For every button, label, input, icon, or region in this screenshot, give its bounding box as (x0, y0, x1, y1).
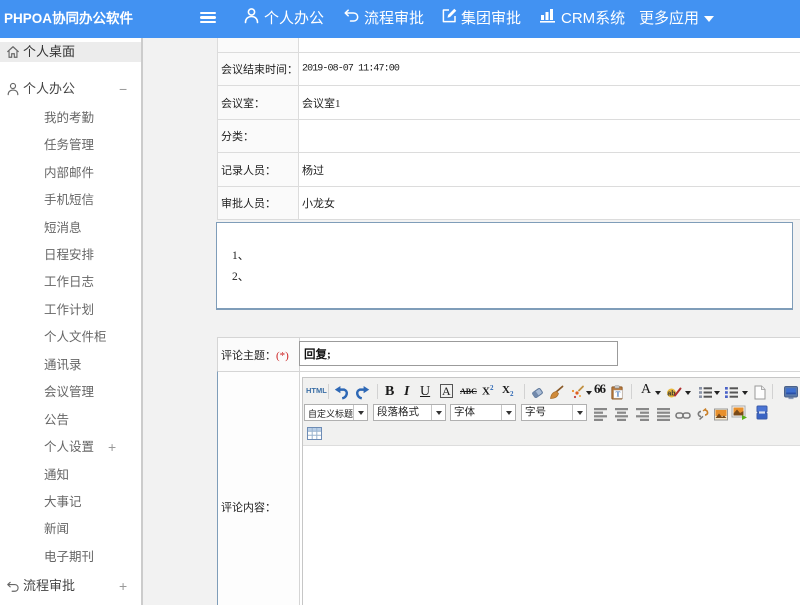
svg-text:ab: ab (667, 391, 675, 398)
svg-text:T: T (616, 391, 621, 399)
